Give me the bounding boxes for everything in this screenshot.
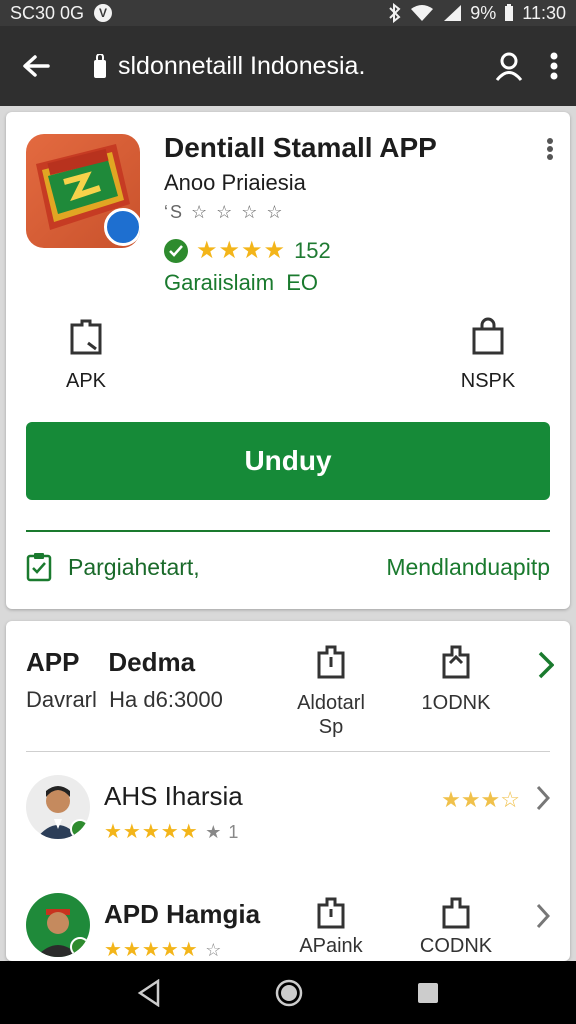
more-vert-icon[interactable] (550, 52, 558, 80)
avatar (26, 893, 90, 957)
list-item-col-1[interactable]: APaink (286, 897, 376, 958)
section-col-1-label: Aldotarl Sp (297, 692, 365, 738)
rating-breakdown: ‘S ☆ ☆ ☆ ☆ (164, 202, 285, 222)
download-apk-option[interactable]: APK (36, 317, 136, 393)
chevron-right-icon[interactable] (536, 785, 551, 816)
list-item-stars-filled: ★★★★★ (104, 821, 199, 843)
status-bar: SC30 0G V 9% 11:30 (0, 0, 576, 26)
battery-percent: 9% (470, 2, 497, 23)
lock-icon (90, 54, 110, 78)
list-item-rating: ★★★☆ (441, 787, 520, 812)
bluetooth-icon (389, 3, 401, 23)
nav-back-icon[interactable] (136, 978, 162, 1007)
permissions-row[interactable]: Pargiahetart, Mendlanduapitp (26, 552, 550, 582)
avatar (26, 775, 90, 839)
status-time-right: 11:30 (522, 2, 566, 23)
list-item-col-2[interactable]: CODNK (411, 897, 501, 958)
screen: SC30 0G V 9% 11:30 sldonnetaill Indonesi… (0, 0, 576, 1024)
list-item-col-1-label: APaink (299, 935, 363, 957)
app-bar-actions (494, 51, 558, 81)
verified-badge-icon (104, 208, 140, 246)
nav-home-icon[interactable] (274, 978, 304, 1008)
share-file-icon (317, 897, 345, 929)
clipboard-check-icon (26, 553, 52, 582)
apk-label: APK (65, 370, 107, 392)
signal-icon (444, 5, 462, 21)
rating-count: 152 (294, 237, 331, 263)
list-separator (26, 751, 550, 752)
app-bar: sldonnetaill Indonesia. (0, 26, 576, 106)
upload-file-icon (442, 897, 470, 929)
app-detail-card: Dentiall Stamall APP Anoo Priaiesia ‘S ☆… (6, 112, 570, 609)
xapk-bag-icon (472, 317, 504, 355)
section-subtitle: Davrarl Ha d6:3000 (26, 687, 223, 712)
list-item-name: AHS Iharsia (104, 781, 243, 811)
section-col-1[interactable]: Aldotarl Sp (286, 645, 376, 739)
app-developer[interactable]: Anoo Priaiesia (164, 170, 306, 196)
list-item[interactable]: AHS Iharsia ★★★★★ ★ 1 ★★★☆ (26, 775, 551, 855)
notification-icon: V (94, 4, 113, 22)
apk-file-icon (70, 319, 102, 355)
rating-stars: ★★★★ (196, 237, 287, 264)
permissions-link[interactable]: Mendlanduapitp (386, 554, 550, 581)
section-divider (26, 530, 550, 532)
nav-recents-icon[interactable] (416, 981, 440, 1005)
list-item-col-2-label: CODNK (419, 935, 493, 957)
list-item-stars-extra: ★ 1 (205, 822, 240, 842)
list-item-stars-extra: ☆ (205, 940, 223, 960)
wifi-icon (411, 5, 434, 21)
status-left: SC30 0G V (10, 2, 113, 24)
account-icon[interactable] (494, 51, 524, 81)
permissions-label: Pargiahetart, (68, 553, 200, 580)
back-button[interactable] (18, 48, 54, 84)
verified-check-icon (164, 238, 188, 263)
rating-summary: ★★★★ 152 (164, 236, 331, 265)
section-col-2-label: 1ODNK (421, 692, 491, 714)
list-item-stars: ★★★★★ ☆ (104, 937, 222, 961)
xapk-label: NSPK (460, 370, 516, 392)
verified-check-icon (70, 937, 90, 957)
upload-file-icon (442, 645, 470, 679)
status-right: 9% 11:30 (388, 3, 566, 24)
verified-check-icon (70, 819, 90, 839)
section-heading: APP Dedma (26, 647, 196, 677)
install-button[interactable]: Unduy (26, 422, 550, 500)
app-category[interactable]: Garaiislaim EO (164, 270, 318, 296)
section-col-2[interactable]: 1ODNK (411, 645, 501, 715)
download-xapk-option[interactable]: NSPK (438, 317, 538, 393)
card-menu-icon[interactable] (546, 138, 554, 165)
app-bar-title: sldonnetaill Indonesia. (118, 51, 366, 80)
list-item[interactable]: APD Hamgia ★★★★★ ☆ APaink CODNK (26, 893, 551, 961)
list-item-stars-filled: ★★★★★ (104, 939, 199, 961)
related-card: APP Dedma Davrarl Ha d6:3000 Aldotarl Sp… (6, 621, 570, 961)
share-file-icon (317, 645, 345, 679)
list-item-name: APD Hamgia (104, 899, 261, 929)
chevron-right-icon[interactable] (536, 903, 551, 934)
battery-icon (505, 4, 514, 21)
app-name: Dentiall Stamall APP (164, 132, 437, 163)
arrow-back-icon (23, 55, 50, 77)
list-item-stars: ★★★★★ ★ 1 (104, 819, 239, 844)
app-icon (26, 134, 140, 248)
chevron-right-icon[interactable] (538, 651, 555, 684)
status-time-left: SC30 0G (10, 2, 85, 23)
navigation-bar (0, 961, 576, 1024)
